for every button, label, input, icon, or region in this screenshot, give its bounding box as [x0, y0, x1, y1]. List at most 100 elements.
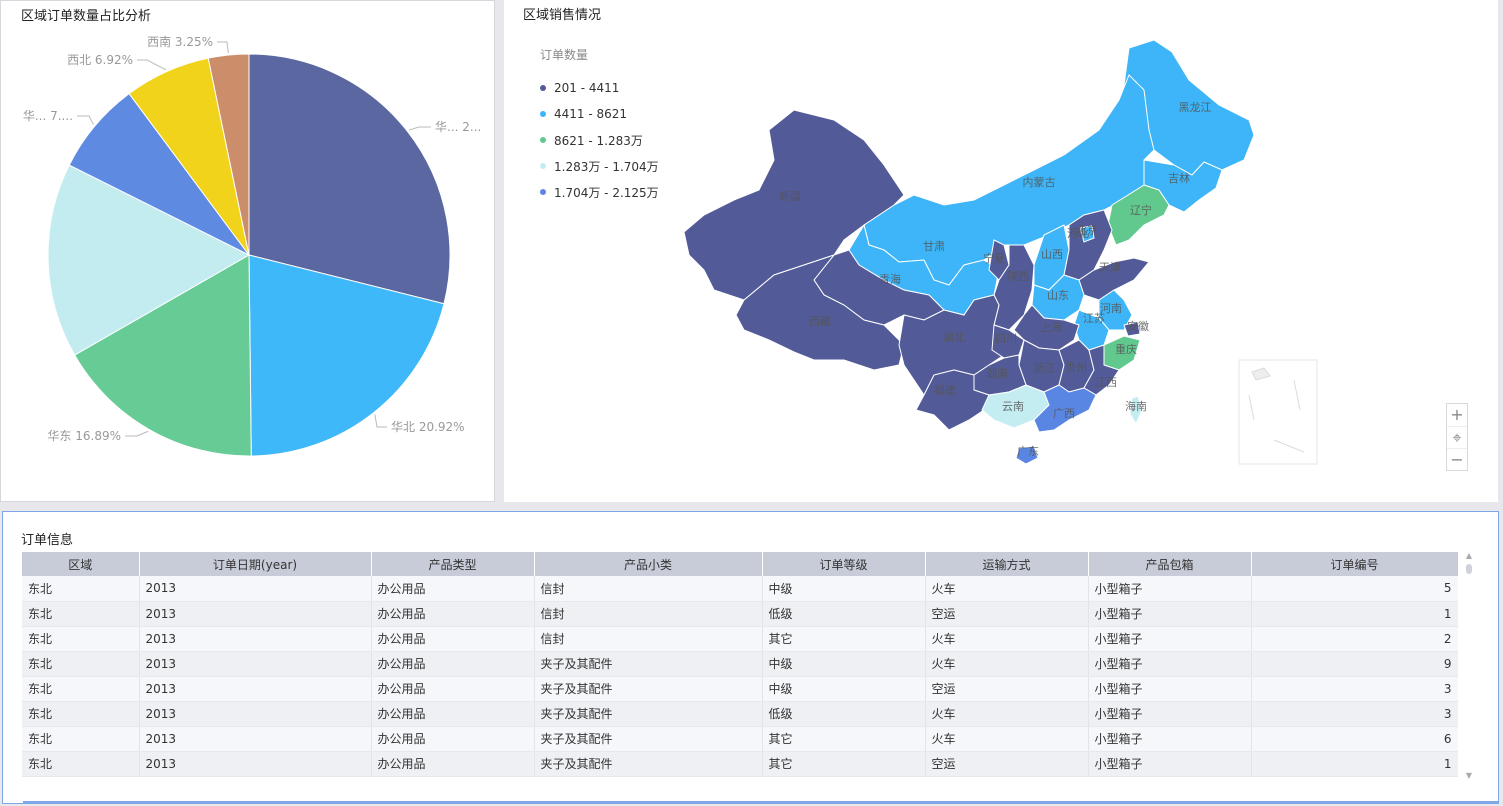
province-label-15: 山东 — [1047, 289, 1069, 302]
province-label-25: 贵州 — [1065, 361, 1087, 374]
map-panel: 区域销售情况 订单数量 201 - 4411 4411 - 8621 8621 - … — [504, 0, 1498, 502]
table-cell: 空运 — [925, 751, 1089, 777]
province-label-20: 湖北 — [943, 331, 965, 344]
province-label-4: 辽宁 — [1130, 203, 1152, 217]
table-cell: 夹子及其配件 — [534, 651, 763, 677]
table-cell: 办公用品 — [371, 751, 535, 777]
table-cell: 空运 — [925, 676, 1089, 702]
table-cell: 东北 — [22, 626, 140, 652]
province-label-30: 广东 — [1017, 445, 1039, 458]
table-cell: 办公用品 — [371, 701, 535, 727]
column-header-3[interactable]: 产品类型 — [371, 552, 535, 576]
table-cell: 其它 — [762, 751, 926, 777]
province-label-28: 云南 — [1002, 400, 1024, 413]
order-table: 区域 订单日期(year) 产品类型 产品小类 订单等级 运输方式 产品包箱 订单编号 东北 2… — [22, 552, 1458, 777]
table-cell: 办公用品 — [371, 651, 535, 677]
table-cell: 东北 — [22, 676, 140, 702]
province-label-10: 陕西 — [1007, 269, 1029, 283]
table-cell: 小型箱子 — [1088, 676, 1252, 702]
province-label-31: 海南 — [1125, 399, 1147, 413]
province-label-11: 山西 — [1041, 248, 1063, 261]
column-header-7[interactable]: 产品包箱 — [1088, 552, 1252, 576]
table-cell: 小型箱子 — [1088, 751, 1252, 777]
table-header-row: 区域 订单日期(year) 产品类型 产品小类 订单等级 运输方式 产品包箱 订单编号 — [22, 552, 1458, 576]
table-row[interactable]: 东北 2013 办公用品 夹子及其配件 中级 火车 小型箱子 9 — [22, 651, 1458, 677]
column-header-1[interactable]: 区域 — [22, 552, 140, 576]
table-cell: 小型箱子 — [1088, 576, 1252, 602]
pie-label-line-7 — [217, 41, 229, 54]
table-cell: 2013 — [139, 626, 372, 652]
table-cell: 办公用品 — [371, 726, 535, 752]
table-cell: 东北 — [22, 601, 140, 627]
reset-view-button[interactable]: ⌖ — [1447, 426, 1467, 448]
table-row[interactable]: 东北 2013 办公用品 信封 中级 火车 小型箱子 5 — [22, 576, 1458, 602]
province-label-23: 浙江 — [1033, 362, 1055, 375]
pie-label-1: 华... 2... — [435, 120, 481, 134]
table-cell: 东北 — [22, 751, 140, 777]
table-cell: 低级 — [762, 701, 926, 727]
table-row[interactable]: 东北 2013 办公用品 夹子及其配件 其它 空运 小型箱子 1 — [22, 751, 1458, 777]
table-cell: 其它 — [762, 726, 926, 752]
table-cell: 东北 — [22, 726, 140, 752]
pie-label-line-6 — [137, 59, 167, 71]
table-cell: 东北 — [22, 576, 140, 602]
table-cell: 夹子及其配件 — [534, 701, 763, 727]
scroll-thumb[interactable] — [1466, 564, 1472, 574]
scroll-up-icon[interactable]: ▲ — [1465, 552, 1473, 560]
table-cell: 2013 — [139, 651, 372, 677]
table-row[interactable]: 东北 2013 办公用品 信封 其它 火车 小型箱子 2 — [22, 626, 1458, 652]
table-row[interactable]: 东北 2013 办公用品 夹子及其配件 中级 空运 小型箱子 3 — [22, 676, 1458, 702]
table-cell: 小型箱子 — [1088, 601, 1252, 627]
pie-label-7: 西南 3.25% — [147, 34, 213, 49]
pie-label-3: 华东 16.89% — [47, 429, 121, 443]
inset-islands — [1248, 367, 1305, 453]
table-cell: 火车 — [925, 576, 1089, 602]
table-cell: 东北 — [22, 651, 140, 677]
pie-chart: 华... 2... 华北 20.92% 华东 16.89% 华... 7.... 西北 … — [23, 34, 481, 457]
table-cell: 2013 — [139, 601, 372, 627]
province-label-8: 西藏 — [809, 315, 831, 328]
province-label-1: 黑龙江 — [1179, 101, 1212, 114]
table-cell: 夹子及其配件 — [534, 676, 763, 702]
province-label-7: 青海 — [879, 272, 901, 286]
province-label-19: 上海 — [1040, 320, 1062, 334]
column-header-6[interactable]: 运输方式 — [925, 552, 1089, 576]
table-cell: 1 — [1251, 601, 1458, 627]
pie-label-6: 西北 6.92% — [67, 53, 133, 67]
column-header-4[interactable]: 产品小类 — [534, 552, 763, 576]
table-row[interactable]: 东北 2013 办公用品 信封 低级 空运 小型箱子 1 — [22, 601, 1458, 627]
table-row[interactable]: 东北 2013 办公用品 夹子及其配件 低级 火车 小型箱子 3 — [22, 701, 1458, 727]
table-cell: 火车 — [925, 651, 1089, 677]
table-cell: 信封 — [534, 576, 763, 602]
panel-bottom-border — [23, 801, 1498, 803]
province-label-21: 四川 — [995, 332, 1017, 345]
scroll-down-icon[interactable]: ▼ — [1465, 772, 1473, 780]
table-row[interactable]: 东北 2013 办公用品 夹子及其配件 其它 火车 小型箱子 6 — [22, 726, 1458, 752]
table-cell: 5 — [1251, 576, 1458, 602]
province-label-13: 北京 — [1076, 223, 1098, 237]
province-label-27: 福建 — [934, 383, 956, 397]
zoom-out-button[interactable]: − — [1447, 448, 1467, 470]
table-cell: 2013 — [139, 676, 372, 702]
pie-label-line-1 — [408, 126, 431, 131]
table-cell: 9 — [1251, 651, 1458, 677]
table-cell: 空运 — [925, 601, 1089, 627]
table-cell: 其它 — [762, 626, 926, 652]
pie-label-line-2 — [374, 414, 387, 428]
table-cell: 信封 — [534, 601, 763, 627]
province-label-24: 湖南 — [986, 367, 1008, 380]
column-header-5[interactable]: 订单等级 — [762, 552, 926, 576]
column-header-2[interactable]: 订单日期(year) — [139, 552, 372, 576]
table-cell: 办公用品 — [371, 676, 535, 702]
zoom-in-button[interactable]: + — [1447, 404, 1467, 426]
table-cell: 2013 — [139, 576, 372, 602]
table-cell: 夹子及其配件 — [534, 751, 763, 777]
table-scrollbar[interactable]: ▲ ▼ — [1464, 552, 1474, 780]
order-table-wrap: 区域 订单日期(year) 产品类型 产品小类 订单等级 运输方式 产品包箱 订单编号 东北 2… — [22, 552, 1458, 780]
pie-label-5: 华... 7.... — [23, 109, 73, 123]
province-label-3: 内蒙古 — [1023, 175, 1056, 189]
column-header-8[interactable]: 订单编号 — [1251, 552, 1458, 576]
province-label-14: 天津 — [1099, 261, 1121, 274]
province-label-6: 甘肃 — [923, 240, 945, 253]
china-map[interactable]: 黑龙江吉林内蒙古辽宁新疆甘肃青海西藏宁夏陕西山西河北北京天津山东河南江苏安徽上海… — [504, 0, 1498, 502]
